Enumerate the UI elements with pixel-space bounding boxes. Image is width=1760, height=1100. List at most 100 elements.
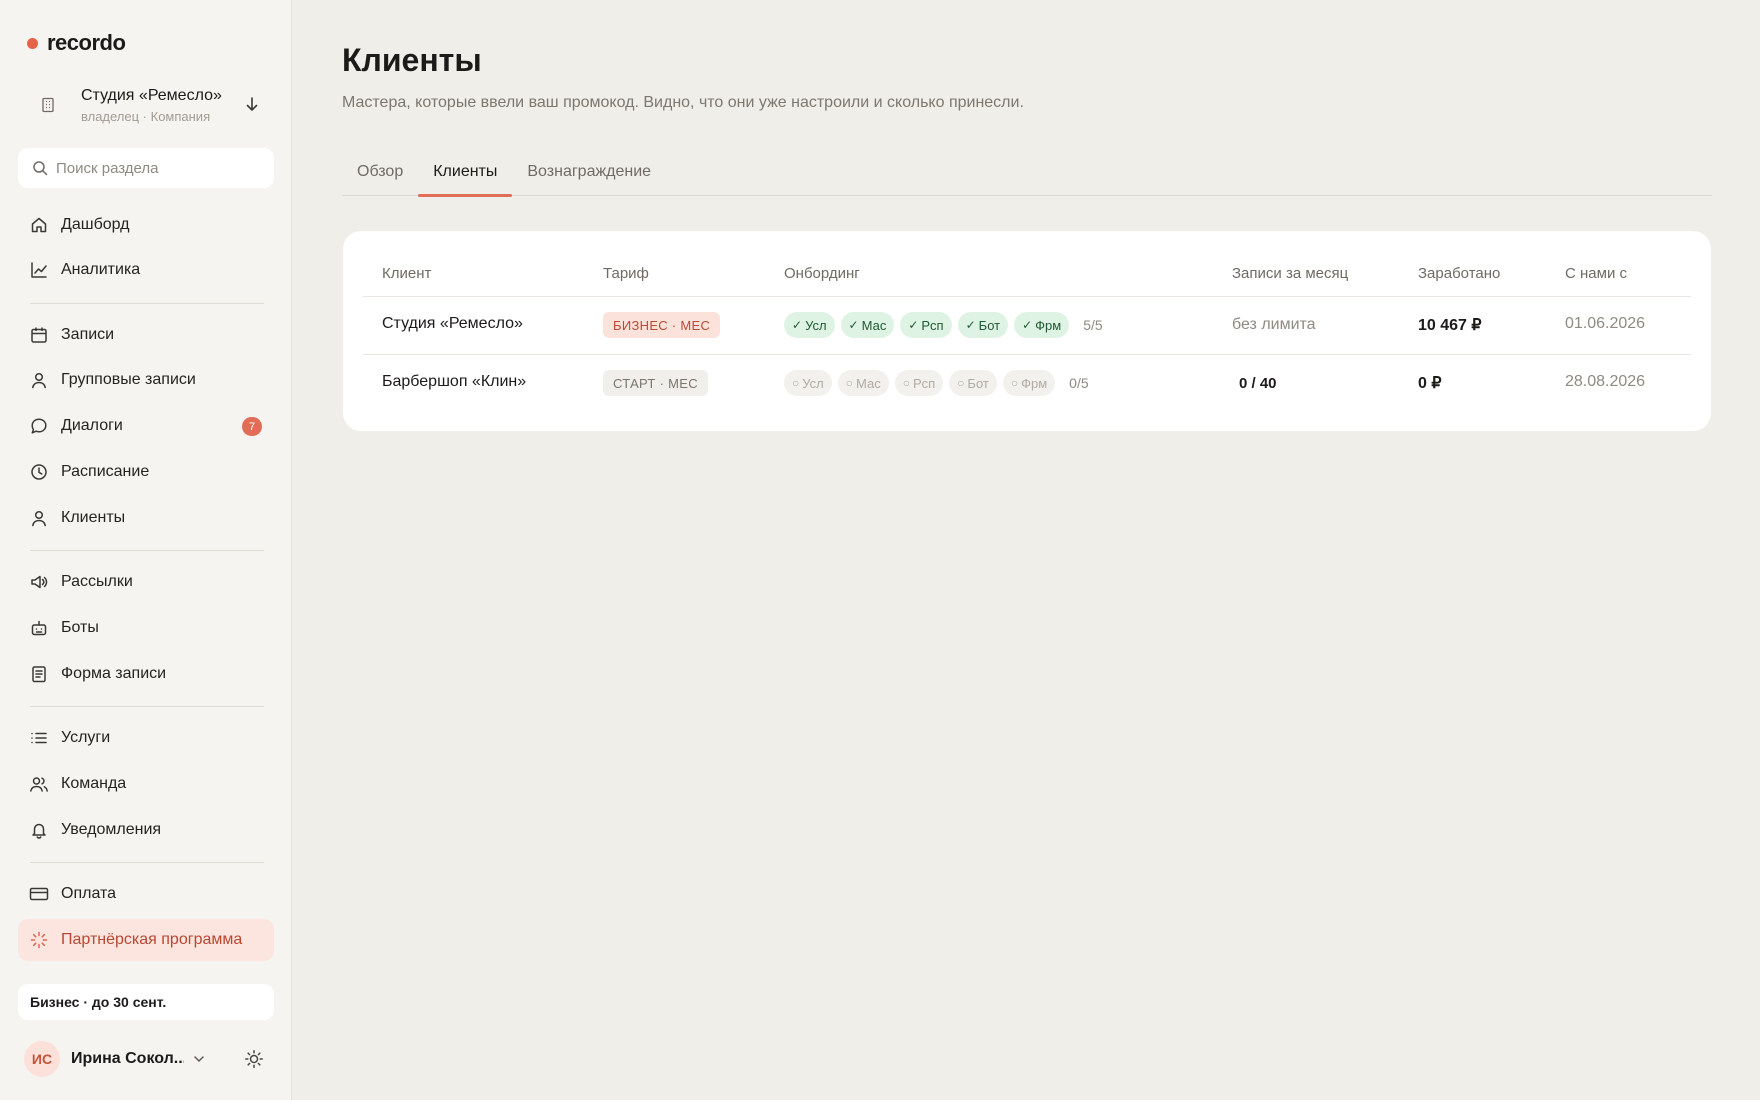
tab-clients[interactable]: Клиенты [418,152,513,197]
nav-item-bots[interactable]: Боты [18,607,274,649]
nav-divider [30,550,264,551]
nav-item-group-records[interactable]: Групповые записи [18,359,274,401]
org-name: Студия «Ремесло» [81,86,222,104]
nav-item-clients[interactable]: Клиенты [18,497,274,539]
nav-label: Оплата [61,885,117,902]
step-chip: ✓ Мас [840,312,895,338]
sun-icon[interactable] [244,1049,264,1069]
check-icon: ✓ [848,318,859,332]
records-value: 0 / 40 [1239,375,1277,392]
step-chip: ○ Бот [949,370,997,396]
nav-label: Форма записи [61,665,167,682]
check-icon: ✓ [965,318,976,332]
row-divider [363,354,1691,355]
step-chip: ✓ Усл [784,312,835,338]
calendar-icon [29,325,49,345]
nav-item-notifications[interactable]: Уведомления [18,809,274,851]
check-icon: ✓ [792,318,803,332]
chat-bubble-icon [29,416,49,436]
step-chip: ✓ Бот [957,312,1009,338]
earned-value: 10 467 ₽ [1418,317,1482,334]
onboarding-steps: ✓ Усл ✓ Мас ✓ Рсп ✓ Бот ✓ Фрм 5/5 [784,312,1103,338]
avatar: ИС [24,1041,60,1077]
nav-label: Аналитика [61,261,141,278]
step-chip: ○ Рсп [894,370,944,396]
steps-count: 5/5 [1083,317,1103,333]
nav-divider [30,706,264,707]
nav-divider [30,303,264,304]
step-chip: ✓ Фрм [1014,312,1070,338]
nav-item-schedule[interactable]: Расписание [18,451,274,493]
logo-text: recordo [47,30,126,55]
since-date: 28.08.2026 [1565,373,1646,390]
user-name: Ирина Сокол... [71,1050,184,1067]
nav-item-payment[interactable]: Оплата [18,873,274,915]
nav-label: Клиенты [61,509,126,526]
records-value: без лимита [1232,316,1316,333]
logo-dot-icon [27,37,38,49]
header-divider [363,296,1691,297]
user-menu[interactable]: ИС Ирина Сокол... [24,1041,274,1077]
empty-circle-icon: ○ [902,376,910,390]
users-icon [29,774,49,794]
step-chip: ○ Мас [837,370,889,396]
client-name: Барбершоп «Клин» [382,373,527,390]
step-chip: ○ Фрм [1002,370,1056,396]
nav-item-partner-program[interactable]: Партнёрская программа [18,919,274,961]
megaphone-icon [29,572,49,592]
nav-item-services[interactable]: Услуги [18,717,274,759]
tab-bar: Обзор Клиенты Вознаграждение [342,152,1712,197]
section-search[interactable] [18,148,274,188]
nav-item-mailings[interactable]: Рассылки [18,561,274,603]
user-icon [29,508,49,528]
unread-count-badge: 7 [242,417,262,436]
nav-item-analytics[interactable]: Аналитика [18,249,274,291]
nav-label: Уведомления [61,821,162,838]
steps-count: 0/5 [1069,375,1089,391]
empty-circle-icon: ○ [792,376,800,390]
arrow-down-icon[interactable] [244,95,260,118]
nav-item-booking-form[interactable]: Форма записи [18,653,274,695]
sidebar: recordo Студия «Ремесло» владелец · Комп… [0,0,292,1100]
tab-overview[interactable]: Обзор [342,152,418,196]
empty-circle-icon: ○ [957,376,965,390]
list-icon [29,728,49,748]
tab-rewards[interactable]: Вознаграждение [512,152,666,196]
org-switcher[interactable]: Студия «Ремесло» владелец · Компания [18,78,274,132]
nav-divider [30,862,264,863]
tariff-badge: БИЗНЕС · МЕС [603,312,721,338]
search-icon [32,160,48,176]
nav-item-dashboard[interactable]: Дашборд [18,204,274,246]
nav-label: Диалоги [61,417,123,434]
nav-label: Расписание [61,463,150,480]
nav-label: Команда [61,775,127,792]
building-icon [32,89,64,121]
user-icon [29,370,49,390]
nav-item-dialogs[interactable]: Диалоги 7 [18,405,274,447]
nav-label: Партнёрская программа [61,931,243,948]
earned-value: 0 ₽ [1418,375,1442,392]
onboarding-steps: ○ Усл ○ Мас ○ Рсп ○ Бот ○ Фрм 0/5 [784,370,1089,396]
column-header-earned: Заработано [1418,265,1501,282]
page-title: Клиенты [342,42,482,78]
column-header-records: Записи за месяц [1232,265,1349,282]
chevron-down-icon[interactable] [192,1052,206,1066]
sparkle-icon [29,930,49,950]
clients-table-card: Клиент Тариф Онбординг Записи за месяц З… [343,231,1711,431]
nav-label: Записи [61,326,115,343]
check-icon: ✓ [1022,318,1033,332]
plan-info[interactable]: Бизнес · до 30 сент. [18,984,274,1020]
page-subtitle: Мастера, которые ввели ваш промокод. Вид… [342,94,1024,111]
empty-circle-icon: ○ [1010,376,1019,390]
nav-label: Рассылки [61,573,133,590]
nav-item-team[interactable]: Команда [18,763,274,805]
nav-label: Услуги [61,729,111,746]
chart-line-icon [29,260,49,280]
search-input[interactable] [56,159,256,177]
nav-item-records[interactable]: Записи [18,314,274,356]
column-header-tariff: Тариф [603,265,649,282]
step-chip: ○ Усл [784,370,832,396]
logo[interactable]: recordo [27,30,126,56]
since-date: 01.06.2026 [1565,315,1646,332]
home-icon [29,215,49,235]
